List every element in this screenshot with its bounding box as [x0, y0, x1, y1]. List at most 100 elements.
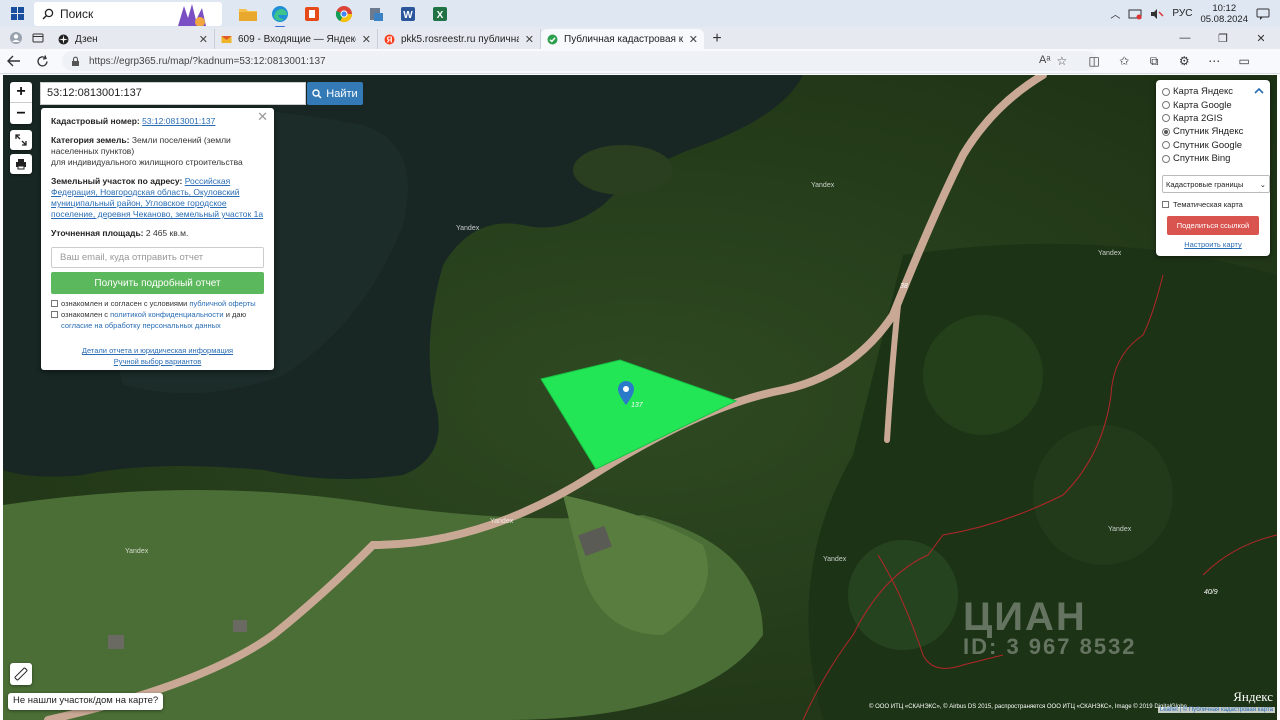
dzen-icon: [58, 34, 69, 44]
layer-option-2gis-map[interactable]: Карта 2GIS: [1162, 112, 1264, 125]
layer-option-google-satellite[interactable]: Спутник Google: [1162, 139, 1264, 152]
watermark-phone: ID: 3 967 8532: [963, 634, 1137, 659]
url-field[interactable]: https://egrp365.ru/map/?kadnum=53:12:081…: [62, 51, 1097, 71]
chat-bubble-icon[interactable]: [1256, 8, 1270, 20]
zoom-in-button[interactable]: +: [10, 82, 32, 103]
favorites-icon[interactable]: ✩: [1115, 52, 1133, 70]
cian-watermark: ЦИАН ID: 3 967 8532: [963, 595, 1137, 660]
measure-button[interactable]: [10, 663, 32, 685]
more-menu-icon[interactable]: ⋯: [1205, 52, 1223, 70]
magnifier-icon: [312, 88, 322, 99]
tab-close-icon[interactable]: ✕: [525, 33, 534, 46]
map-attribution: © ООО ИТЦ «СКАНЭКС», © Airbus DS 2015, р…: [869, 704, 1187, 710]
read-aloud-icon[interactable]: A͏ᵃ: [1039, 54, 1050, 68]
favorite-star-icon[interactable]: ☆: [1056, 54, 1067, 68]
layer-label: Карта 2GIS: [1173, 112, 1223, 124]
clock-date: 05.08.2024: [1200, 13, 1248, 25]
map-canvas[interactable]: 137 40/9 38 Yandex Yandex Yandex Yandex …: [3, 75, 1277, 720]
new-tab-button[interactable]: +: [704, 29, 730, 49]
offer-consent-checkbox[interactable]: [51, 300, 58, 307]
email-field[interactable]: Ваш email, куда отправить отчет: [51, 247, 264, 268]
radio[interactable]: [1162, 154, 1170, 163]
tray-chevron-icon[interactable]: ︿: [1110, 6, 1120, 21]
share-link-button[interactable]: Поделиться ссылкой: [1167, 216, 1259, 236]
cadastral-number-link[interactable]: 53:12:0813001:137: [142, 116, 215, 126]
language-indicator[interactable]: РУС: [1172, 8, 1192, 19]
overlay-select[interactable]: Кадастровые границы ⌄: [1162, 175, 1270, 194]
profile-avatar-icon[interactable]: [9, 31, 23, 45]
collections-icon[interactable]: ⧉: [1145, 52, 1163, 70]
not-found-button[interactable]: Не нашли участок/дом на карте?: [8, 693, 164, 710]
yandex-map-label: Yandex: [456, 225, 480, 232]
public-offer-link[interactable]: публичной оферты: [189, 299, 255, 308]
url-text: https://egrp365.ru/map/?kadnum=53:12:081…: [89, 55, 326, 67]
land-category-label: Категория земель:: [51, 135, 130, 145]
radio[interactable]: [1162, 87, 1170, 96]
word-icon[interactable]: W: [396, 2, 420, 26]
tab-rosreestr[interactable]: Я pkk5.rosreestr.ru публичная кадастрова…: [378, 29, 541, 49]
tab-close-icon[interactable]: ✕: [689, 33, 698, 46]
sidebar-toggle-icon[interactable]: ▭: [1235, 52, 1253, 70]
taskbar-clock[interactable]: 10:12 05.08.2024: [1200, 3, 1248, 25]
split-screen-icon[interactable]: ◫: [1085, 52, 1103, 70]
app-installer-icon[interactable]: [364, 2, 388, 26]
tab-actions-icon[interactable]: [32, 32, 44, 44]
tab-egrp365[interactable]: Публичная кадастровая карта - ЕГРП365 ✕: [541, 29, 704, 49]
windows-logo-icon: [10, 7, 24, 20]
chevron-up-icon[interactable]: [1254, 86, 1264, 96]
extensions-icon[interactable]: ⚙: [1175, 52, 1193, 70]
close-window-icon[interactable]: ✕: [1242, 27, 1280, 49]
parcel-number-label: 40/9: [1204, 589, 1218, 596]
office-icon[interactable]: [300, 2, 324, 26]
get-report-label: Получить подробный отчет: [94, 277, 221, 289]
taskbar-search[interactable]: Поиск: [34, 1, 222, 26]
radio[interactable]: [1162, 101, 1170, 110]
layer-option-google-map[interactable]: Карта Google: [1162, 98, 1264, 111]
svg-text:X: X: [437, 10, 444, 21]
manual-selection-link[interactable]: Ручной выбор вариантов: [51, 356, 264, 367]
print-button[interactable]: [10, 154, 32, 174]
offer-consent-text: ознакомлен и согласен с условиями: [61, 299, 188, 308]
zoom-out-button[interactable]: −: [10, 103, 32, 124]
tab-mail[interactable]: 609 - Входящие — Яндекс Почта ✕: [215, 29, 378, 49]
privacy-policy-link[interactable]: политикой конфиденциальности: [110, 310, 223, 319]
tab-close-icon[interactable]: ✕: [199, 33, 208, 46]
minimize-icon[interactable]: —: [1166, 27, 1204, 49]
radio[interactable]: [1162, 141, 1170, 150]
find-button-label: Найти: [326, 87, 358, 100]
file-explorer-icon[interactable]: [236, 2, 260, 26]
yandex-map-label: Yandex: [823, 556, 847, 563]
layer-option-yandex-map[interactable]: Карта Яндекс: [1162, 85, 1264, 98]
leaflet-attribution[interactable]: Leaflet | © Публичная кадастровая карта: [1157, 707, 1275, 713]
chrome-icon[interactable]: [332, 2, 356, 26]
privacy-consent-text: ознакомлен с: [61, 310, 109, 319]
edge-browser-icon[interactable]: [268, 2, 292, 28]
layer-label: Карта Google: [1173, 99, 1232, 111]
excel-icon[interactable]: X: [428, 2, 452, 26]
start-button[interactable]: [0, 0, 34, 27]
back-button[interactable]: [0, 49, 28, 73]
privacy-consent-mid: и даю: [225, 310, 247, 319]
personal-data-consent-link[interactable]: согласие на обработку персональных данны…: [61, 321, 221, 330]
lock-icon[interactable]: [70, 56, 81, 67]
tab-dzen[interactable]: Дзен ✕: [52, 29, 215, 49]
radio[interactable]: [1162, 114, 1170, 123]
popup-close-icon[interactable]: ✕: [257, 110, 268, 123]
layer-option-bing-satellite[interactable]: Спутник Bing: [1162, 152, 1264, 165]
radio-selected[interactable]: [1162, 127, 1170, 136]
reload-button[interactable]: [28, 49, 56, 73]
configure-map-link[interactable]: Настроить карту: [1162, 240, 1264, 249]
find-button[interactable]: Найти: [307, 82, 363, 105]
restore-icon[interactable]: ❐: [1204, 27, 1242, 49]
volume-muted-icon[interactable]: [1150, 8, 1164, 20]
layer-option-yandex-satellite[interactable]: Спутник Яндекс: [1162, 125, 1264, 138]
get-report-button[interactable]: Получить подробный отчет: [51, 272, 264, 294]
land-category-row: Категория земель: Земли поселений (земли…: [51, 135, 264, 168]
report-details-link[interactable]: Детали отчета и юридическая информация: [51, 345, 264, 356]
privacy-consent-checkbox[interactable]: [51, 311, 58, 318]
fullscreen-button[interactable]: [10, 130, 32, 150]
cadastral-search-input[interactable]: 53:12:0813001:137: [40, 82, 306, 105]
notification-icon[interactable]: [1128, 8, 1142, 20]
thematic-map-checkbox[interactable]: [1162, 201, 1169, 209]
tab-close-icon[interactable]: ✕: [362, 33, 371, 46]
